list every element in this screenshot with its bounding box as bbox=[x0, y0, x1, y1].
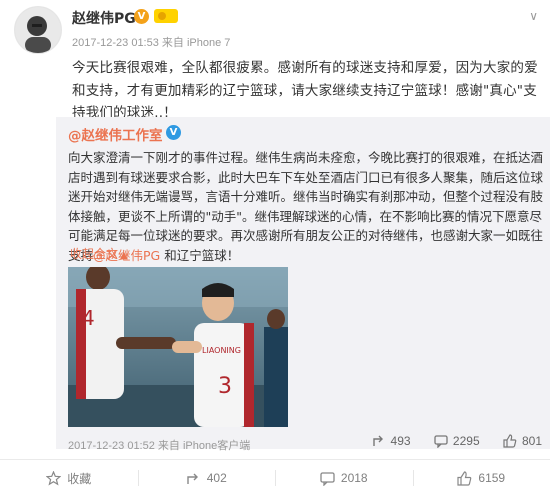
action-bar: 收藏 402 2018 6159 bbox=[0, 459, 550, 496]
repost-share-button[interactable]: 493 bbox=[372, 434, 411, 448]
repost-box: @赵继伟工作室 V 向大家澄清一下刚才的事件过程。继伟生病尚未痊愈，今晚比赛打的… bbox=[56, 117, 550, 449]
star-icon bbox=[46, 471, 61, 486]
favorite-button[interactable]: 收藏 bbox=[0, 460, 138, 496]
thumbs-up-icon bbox=[503, 434, 517, 448]
svg-text:4: 4 bbox=[82, 306, 95, 330]
post-text: 今天比赛很艰难，全队都很疲累。感谢所有的球迷支持和厚爱，因为大家的爱和支持，才有… bbox=[72, 57, 542, 125]
member-badge-icon[interactable] bbox=[154, 9, 178, 23]
repost-count: 402 bbox=[207, 471, 227, 485]
avatar[interactable] bbox=[14, 6, 62, 54]
username[interactable]: 赵继伟PG bbox=[72, 8, 136, 28]
repost-button[interactable]: 402 bbox=[138, 460, 276, 496]
caret-up-icon: ▲ bbox=[120, 250, 128, 261]
repost-text-tail: 和辽宁篮球！ bbox=[160, 248, 239, 263]
comment-count: 2018 bbox=[341, 471, 368, 485]
post-meta: 2017-12-23 01:53 来自 iPhone 7 bbox=[72, 34, 230, 50]
comment-icon bbox=[434, 434, 448, 448]
repost-comment-button[interactable]: 2295 bbox=[434, 434, 480, 448]
photo-illustration: 4 LIAONING 3 bbox=[68, 267, 288, 427]
repost-author[interactable]: @赵继伟工作室 bbox=[68, 124, 163, 144]
svg-text:3: 3 bbox=[218, 374, 232, 399]
avatar-photo bbox=[15, 7, 61, 53]
like-count: 6159 bbox=[478, 471, 505, 485]
comment-icon bbox=[320, 471, 335, 486]
svg-text:LIAONING: LIAONING bbox=[202, 346, 241, 355]
repost-actions: 493 2295 801 bbox=[352, 434, 542, 448]
thumbs-up-icon bbox=[457, 471, 472, 486]
favorite-label: 收藏 bbox=[67, 470, 91, 487]
repost-meta: 2017-12-23 01:52 来自 iPhone客户端 bbox=[68, 437, 250, 453]
comment-button[interactable]: 2018 bbox=[275, 460, 413, 496]
repost-share-count: 493 bbox=[391, 434, 411, 448]
repost-like-count: 801 bbox=[522, 434, 542, 448]
collapse-full-text-link[interactable]: 收起全文▲ bbox=[70, 245, 128, 262]
repost-text: 向大家澄清一下刚才的事件过程。继伟生病尚未痊愈，今晚比赛打的很艰难，在抵达酒店时… bbox=[68, 148, 546, 265]
collapse-label: 收起全文 bbox=[70, 247, 118, 261]
chevron-down-icon[interactable]: ∨ bbox=[529, 9, 538, 23]
repost-text-body: 向大家澄清一下刚才的事件过程。继伟生病尚未痊愈，今晚比赛打的很艰难，在抵达酒店时… bbox=[68, 150, 543, 263]
verified-icon: V bbox=[134, 9, 149, 24]
weibo-post: 赵继伟PG V ∨ 2017-12-23 01:53 来自 iPhone 7 今… bbox=[0, 0, 550, 495]
repost-comment-count: 2295 bbox=[453, 434, 480, 448]
repost-like-button[interactable]: 801 bbox=[503, 434, 542, 448]
like-button[interactable]: 6159 bbox=[413, 460, 550, 496]
share-icon bbox=[186, 471, 201, 486]
share-icon bbox=[372, 434, 386, 448]
basketball-photo[interactable]: 4 LIAONING 3 bbox=[68, 267, 288, 427]
verified-icon: V bbox=[166, 125, 181, 140]
